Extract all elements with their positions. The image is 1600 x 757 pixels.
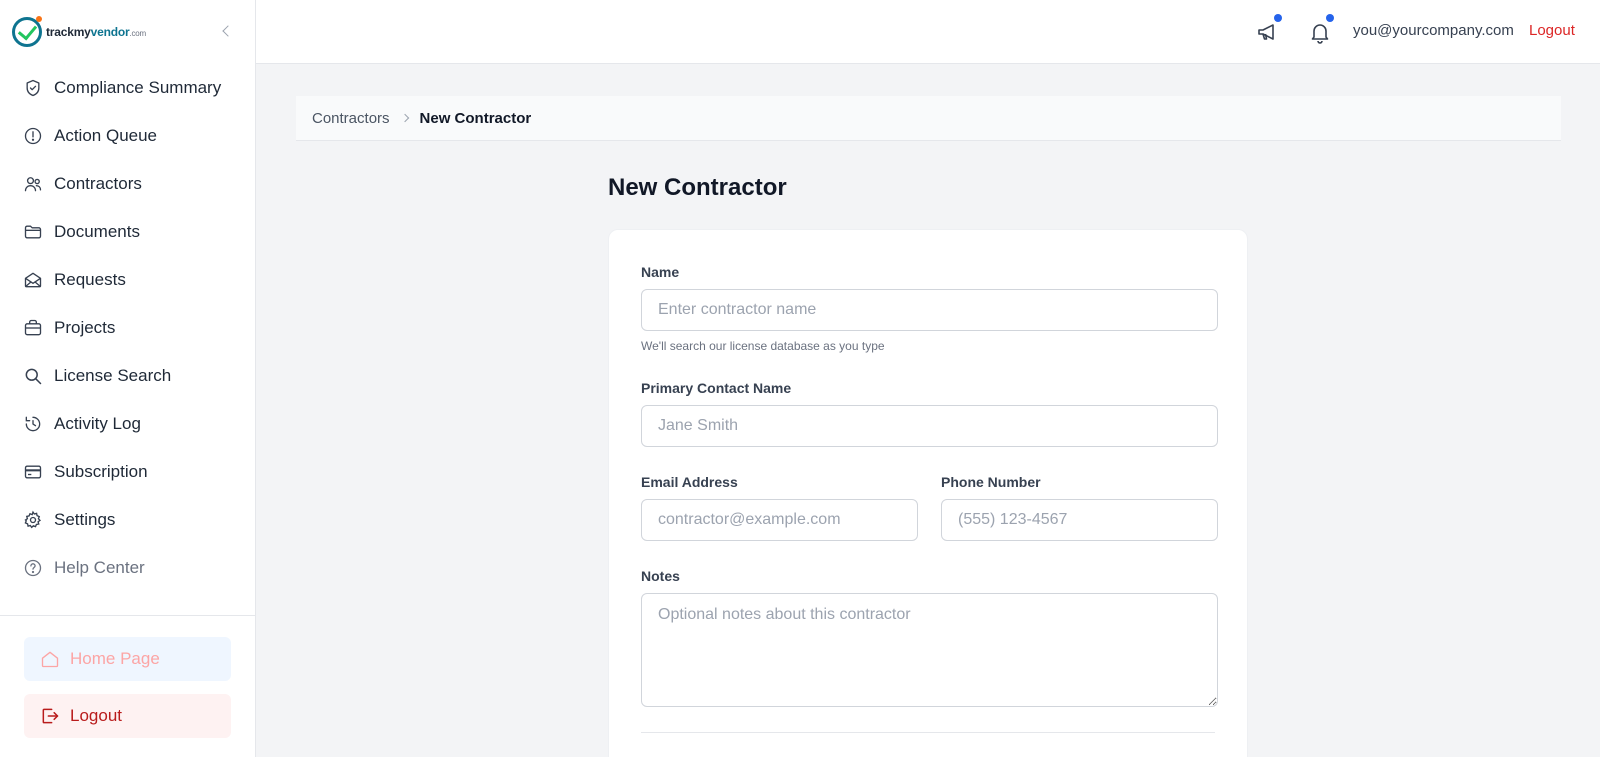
new-contractor-form: Name We'll search our license database a… <box>608 229 1248 757</box>
sidebar-item-label: Action Queue <box>54 126 158 145</box>
brand-name: trackmyvendor.com <box>46 25 146 39</box>
name-help-text: We'll search our license database as you… <box>641 339 885 353</box>
mail-open-icon <box>23 270 43 290</box>
sidebar-nav: Compliance Summary Action Queue Contract… <box>0 64 255 592</box>
help-circle-icon <box>23 558 43 578</box>
notification-dot <box>1326 14 1334 22</box>
page-title: New Contractor <box>608 174 787 201</box>
sidebar-item-requests[interactable]: Requests <box>0 256 255 304</box>
home-page-button[interactable]: Home Page <box>24 637 231 681</box>
brand-name-part1: trackmy <box>46 25 91 39</box>
announcements-megaphone-icon[interactable] <box>1256 14 1282 44</box>
form-divider <box>641 732 1215 733</box>
sidebar-item-projects[interactable]: Projects <box>0 304 255 352</box>
logout-icon <box>42 708 59 724</box>
breadcrumb-contractors-link[interactable]: Contractors <box>312 110 390 127</box>
history-icon <box>23 414 43 434</box>
sidebar-item-activity-log[interactable]: Activity Log <box>0 400 255 448</box>
name-label: Name <box>641 264 680 280</box>
shield-check-icon <box>23 78 43 98</box>
briefcase-icon <box>23 318 43 338</box>
brand-logo[interactable]: trackmyvendor.com <box>0 0 255 64</box>
sidebar-item-help-center[interactable]: Help Center <box>0 544 255 592</box>
logo-dot <box>36 16 42 22</box>
notes-label: Notes <box>641 568 680 584</box>
sidebar-item-label: Settings <box>54 510 116 529</box>
sidebar-footer: Home Page Logout <box>0 615 255 738</box>
search-icon <box>23 366 43 386</box>
email-field[interactable] <box>641 499 918 541</box>
collapse-sidebar-chevron-icon[interactable] <box>219 22 235 42</box>
sidebar-logout-button[interactable]: Logout <box>24 694 231 738</box>
folder-icon <box>23 222 43 242</box>
home-icon <box>41 651 59 668</box>
sidebar-item-label: Help Center <box>54 558 145 577</box>
sidebar-item-label: Requests <box>54 270 126 289</box>
phone-label: Phone Number <box>941 474 1041 490</box>
phone-field[interactable] <box>941 499 1218 541</box>
chevron-right-icon <box>400 113 409 123</box>
sidebar-item-label: Projects <box>54 318 116 337</box>
notification-dot <box>1274 14 1282 22</box>
sidebar-item-settings[interactable]: Settings <box>0 496 255 544</box>
email-label: Email Address <box>641 474 738 490</box>
users-icon <box>23 174 43 194</box>
notifications-bell-icon[interactable] <box>1308 14 1334 44</box>
brand-name-part2: vendor <box>90 25 130 39</box>
breadcrumb-current: New Contractor <box>419 109 532 127</box>
alert-circle-icon <box>23 126 43 146</box>
notes-textarea[interactable] <box>641 593 1218 707</box>
sidebar-item-compliance-summary[interactable]: Compliance Summary <box>0 64 255 112</box>
sidebar-logout-label: Logout <box>70 706 122 725</box>
top-bar: you@yourcompany.com Logout <box>256 0 1600 64</box>
sidebar-item-label: Compliance Summary <box>54 78 222 97</box>
topbar-logout-link[interactable]: Logout <box>1529 22 1575 39</box>
sidebar-item-contractors[interactable]: Contractors <box>0 160 255 208</box>
sidebar-item-label: License Search <box>54 366 172 385</box>
gear-icon <box>23 510 43 530</box>
user-email[interactable]: you@yourcompany.com <box>1353 22 1514 39</box>
brand-suffix: .com <box>129 29 146 38</box>
sidebar-item-license-search[interactable]: License Search <box>0 352 255 400</box>
sidebar-item-action-queue[interactable]: Action Queue <box>0 112 255 160</box>
home-page-label: Home Page <box>70 649 160 668</box>
primary-contact-label: Primary Contact Name <box>641 380 792 396</box>
sidebar-item-label: Activity Log <box>54 414 141 433</box>
sidebar-item-label: Contractors <box>54 174 142 193</box>
credit-card-icon <box>23 462 43 482</box>
sidebar-item-documents[interactable]: Documents <box>0 208 255 256</box>
contractor-name-input[interactable] <box>641 289 1218 331</box>
primary-contact-input[interactable] <box>641 405 1218 447</box>
sidebar-item-label: Subscription <box>54 462 148 481</box>
sidebar-item-subscription[interactable]: Subscription <box>0 448 255 496</box>
sidebar-item-label: Documents <box>54 222 140 241</box>
breadcrumb: Contractors New Contractor <box>296 96 1561 141</box>
sidebar: trackmyvendor.com Compliance Summary Act… <box>0 0 256 757</box>
